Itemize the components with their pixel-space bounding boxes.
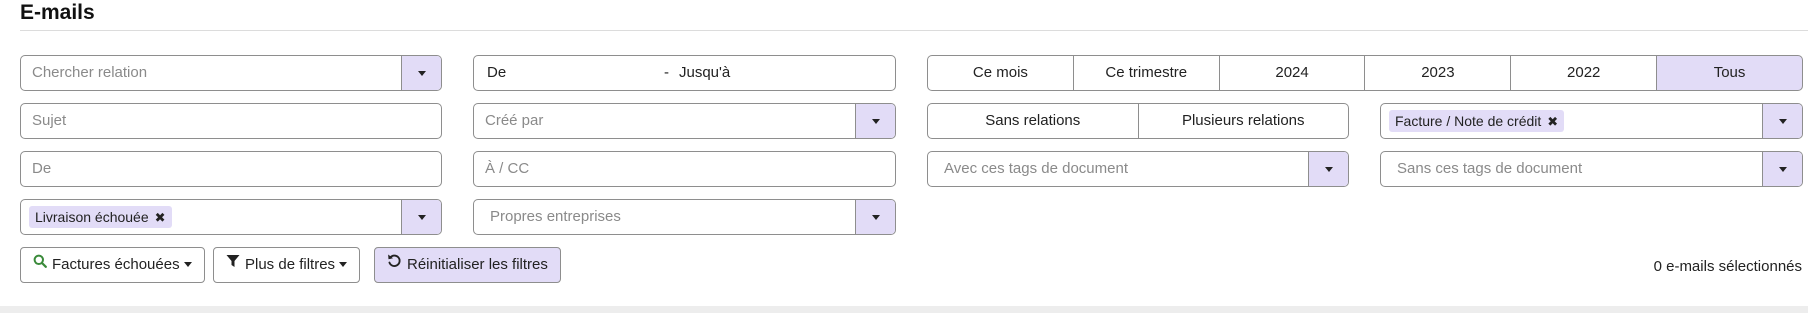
more-filters-button[interactable]: Plus de filtres [213,247,361,283]
created-by-placeholder: Créé par [485,112,544,129]
status-select[interactable]: Livraison échouée ✖ [20,199,442,235]
chevron-down-icon [871,215,880,220]
relation-search-field[interactable]: Chercher relation [20,55,442,91]
with-tags-select[interactable]: Avec ces tags de document [927,151,1349,187]
document-type-tag-label: Facture / Note de crédit [1395,113,1542,129]
period-this-quarter[interactable]: Ce trimestre [1073,55,1220,91]
chevron-down-icon [1778,119,1787,124]
close-icon[interactable]: ✖ [155,207,166,229]
reset-filters-button[interactable]: Réinitialiser les filtres [374,247,561,283]
chevron-down-icon [1324,167,1333,172]
chevron-down-icon [871,119,880,124]
document-type-dropdown-button[interactable] [1762,104,1802,138]
saved-search-button[interactable]: Factures échouées [20,247,205,283]
relation-mode-selector: Sans relations Plusieurs relations [927,103,1349,139]
sender-placeholder: De [32,160,52,177]
page-title: E-mails [20,1,95,24]
created-by-select[interactable]: Créé par [473,103,896,139]
subject-placeholder: Sujet [32,112,67,129]
own-companies-placeholder: Propres entreprises [490,208,621,225]
period-2022[interactable]: 2022 [1511,55,1658,91]
without-tags-dropdown-button[interactable] [1762,152,1802,186]
status-tag-label: Livraison échouée [35,209,149,225]
chevron-down-icon [417,71,426,76]
relation-search-placeholder: Chercher relation [32,64,148,81]
mode-multiple-relations[interactable]: Plusieurs relations [1138,103,1349,139]
without-tags-select[interactable]: Sans ces tags de document [1380,151,1803,187]
chevron-down-icon [183,261,192,267]
chevron-down-icon [1778,167,1787,172]
footer-divider [0,306,1808,313]
saved-search-label: Factures échouées [52,256,180,273]
title-divider [20,30,1808,31]
recipient-field[interactable]: À / CC [473,151,896,187]
subject-field[interactable]: Sujet [20,103,442,139]
selected-count: 0 e-mails sélectionnés [1653,258,1802,275]
own-companies-dropdown-button[interactable] [855,200,895,234]
date-to-label[interactable]: Jusqu'à [679,56,730,90]
period-2023[interactable]: 2023 [1365,55,1512,91]
recipient-placeholder: À / CC [485,160,530,177]
created-by-dropdown-button[interactable] [855,104,895,138]
date-range-field[interactable]: De - Jusqu'à [473,55,896,91]
date-range-separator: - [664,64,669,81]
chevron-down-icon [417,215,426,220]
search-icon [33,247,47,281]
document-type-select[interactable]: Facture / Note de crédit ✖ [1380,103,1803,139]
own-companies-select[interactable]: Propres entreprises [473,199,896,235]
funnel-icon [226,247,240,281]
with-tags-placeholder: Avec ces tags de document [944,160,1128,177]
relation-dropdown-button[interactable] [401,56,441,90]
without-tags-placeholder: Sans ces tags de document [1397,160,1583,177]
period-all[interactable]: Tous [1657,55,1803,91]
status-dropdown-button[interactable] [401,200,441,234]
undo-icon [387,247,402,281]
more-filters-label: Plus de filtres [245,256,336,273]
period-this-month[interactable]: Ce mois [927,55,1074,91]
status-tag: Livraison échouée ✖ [29,206,172,228]
document-type-tag: Facture / Note de crédit ✖ [1389,110,1565,133]
date-from-label[interactable]: De [487,56,506,90]
sender-field[interactable]: De [20,151,442,187]
period-selector: Ce mois Ce trimestre 2024 2023 2022 Tous [927,55,1803,91]
mode-without-relations[interactable]: Sans relations [927,103,1139,139]
close-icon[interactable]: ✖ [1547,111,1558,133]
with-tags-dropdown-button[interactable] [1308,152,1348,186]
period-2024[interactable]: 2024 [1219,55,1366,91]
reset-filters-label: Réinitialiser les filtres [407,256,548,273]
chevron-down-icon [339,261,348,267]
